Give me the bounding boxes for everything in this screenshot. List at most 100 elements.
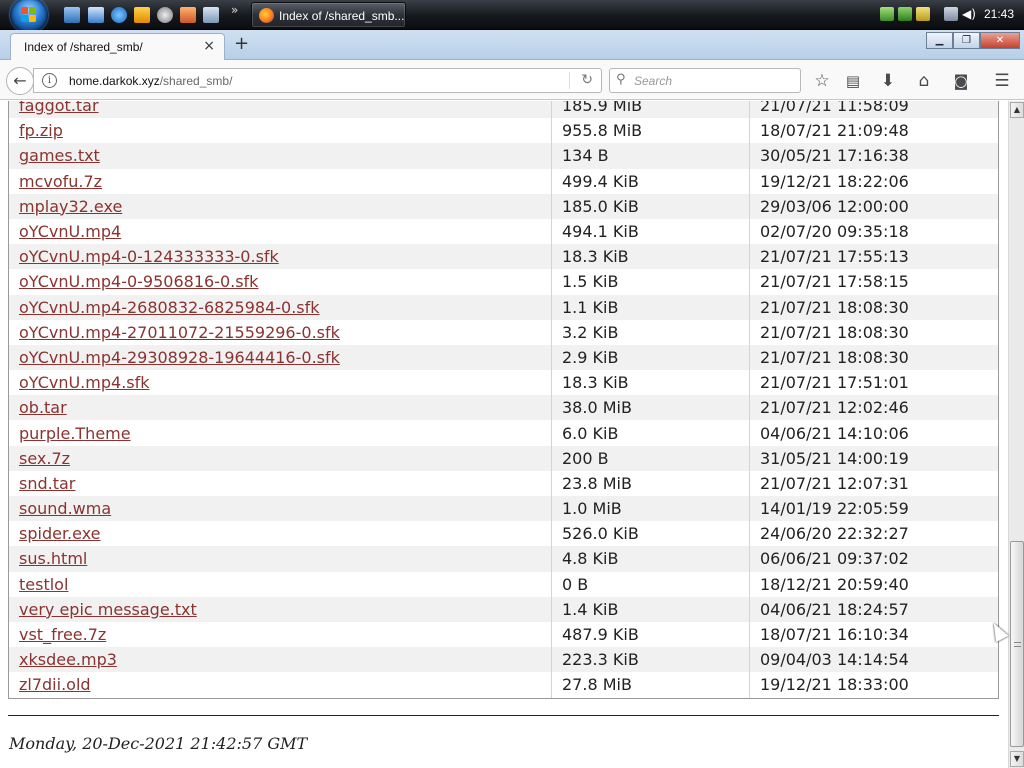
app-shortcut-icon[interactable] [157,7,173,23]
file-link[interactable]: faggot.tar [19,101,99,115]
internet-explorer-icon[interactable] [111,7,127,23]
file-link[interactable]: ob.tar [19,398,67,417]
file-link[interactable]: oYCvnU.mp4-2680832-6825984-0.sfk [19,298,320,317]
download-icon[interactable]: ⬇ [877,70,899,92]
new-tab-button[interactable]: + [234,33,249,55]
file-link[interactable]: mplay32.exe [19,197,122,216]
file-link[interactable]: oYCvnU.mp4-27011072-21559296-0.sfk [19,323,340,342]
table-row: faggot.tar 185.9 MiB 21/07/21 11:58:09 [9,101,998,119]
tab-title: Index of /shared_smb/ [24,40,143,54]
file-size-cell: 526.0 KiB [552,521,750,547]
file-link[interactable]: sound.wma [19,499,111,518]
start-button[interactable] [10,0,48,33]
table-row: oYCvnU.mp4.sfk 18.3 KiB 21/07/21 17:51:01 [9,370,998,396]
file-link[interactable]: sex.7z [19,449,70,468]
window-controls: ▁ ❐ ✕ [926,32,1020,49]
scroll-down-button[interactable]: ▼ [1010,751,1024,767]
file-link[interactable]: oYCvnU.mp4.sfk [19,373,150,392]
file-link[interactable]: spider.exe [19,524,101,543]
file-size-cell: 1.0 MiB [552,496,750,522]
table-row: oYCvnU.mp4-29308928-19644416-0.sfk 2.9 Ki… [9,344,998,371]
file-size-cell: 27.8 MiB [552,672,750,698]
file-name-cell: oYCvnU.mp4-0-9506816-0.sfk [9,269,552,295]
file-link[interactable]: testlol [19,575,68,594]
tray-network-icon[interactable] [880,7,894,21]
table-row: fp.zip 955.8 MiB 18/07/21 21:09:48 [9,118,998,144]
taskbar-clock[interactable]: 21:43 [984,7,1014,21]
file-link[interactable]: vst_free.7z [19,625,106,644]
tab-close-icon[interactable]: × [203,38,215,54]
file-link[interactable]: very epic message.txt [19,600,197,619]
file-name-cell: spider.exe [9,521,552,547]
tray-volume-icon[interactable]: ◀) [962,7,976,21]
virtual-box-icon[interactable] [203,7,219,23]
file-link[interactable]: zl7dii.old [19,675,91,694]
quick-launch-overflow[interactable]: » [231,3,238,17]
back-arrow-icon[interactable]: ← [6,67,34,95]
file-name-cell: xksdee.mp3 [9,647,552,673]
table-row: oYCvnU.mp4-0-9506816-0.sfk 1.5 KiB 21/07/2… [9,269,998,295]
file-date-cell: 09/04/03 14:14:54 [750,647,998,673]
file-link[interactable]: oYCvnU.mp4-0-9506816-0.sfk [19,272,258,291]
file-link[interactable]: sus.html [19,549,87,568]
file-link[interactable]: oYCvnU.mp4-0-124333333-0.sfk [19,247,279,266]
file-size-cell: 3.2 KiB [552,319,750,345]
search-placeholder: Search [634,74,673,88]
table-row: testlol 0 B 18/12/21 20:59:40 [9,571,998,597]
pocket-icon[interactable]: ◙ [950,70,972,92]
file-link[interactable]: mcvofu.7z [19,172,102,191]
file-date-cell: 21/07/21 17:58:15 [750,269,998,295]
vertical-scrollbar[interactable]: ▲ ▼ [1008,101,1024,768]
maximize-button[interactable]: ❐ [953,32,980,49]
file-date-cell: 21/07/21 12:02:46 [750,395,998,421]
address-bar[interactable]: i home.darkok.xyz/shared_smb/ ↻ [33,68,602,93]
url-text[interactable]: home.darkok.xyz/shared_smb/ [69,74,232,88]
file-link[interactable]: games.txt [19,146,100,165]
table-row: oYCvnU.mp4-27011072-21559296-0.sfk 3.2 Ki… [9,319,998,345]
hamburger-menu-icon[interactable]: ☰ [991,70,1013,92]
reload-icon[interactable]: ↻ [581,72,593,88]
star-icon[interactable]: ☆ [811,70,833,92]
file-date-cell: 19/12/21 18:33:00 [750,672,998,698]
info-icon[interactable]: i [42,73,57,88]
file-size-cell: 38.0 MiB [552,395,750,421]
table-row: mplay32.exe 185.0 KiB 29/03/06 12:00:00 [9,193,998,219]
search-icon: ⚲ [616,72,626,87]
address-bar-divider [569,72,570,89]
minimize-button[interactable]: ▁ [926,32,953,49]
window-switcher-icon[interactable] [88,7,104,23]
file-link[interactable]: xksdee.mp3 [19,650,117,669]
browser-tab-strip: Index of /shared_smb/ × [0,30,1024,61]
search-input[interactable]: ⚲ Search [609,68,801,93]
file-link[interactable]: oYCvnU.mp4-29308928-19644416-0.sfk [19,348,340,367]
close-button[interactable]: ✕ [980,32,1020,49]
file-link[interactable]: fp.zip [19,121,63,140]
windows-logo-icon [21,7,37,22]
file-date-cell: 21/07/21 17:55:13 [750,244,998,270]
file-date-cell: 18/07/21 16:10:34 [750,621,998,648]
tray-display-icon[interactable] [944,7,958,21]
file-date-cell: 31/05/21 14:00:19 [750,445,998,471]
file-name-cell: testlol [9,571,552,597]
file-date-cell: 04/06/21 14:10:06 [750,420,998,446]
tab-shared-smb[interactable]: Index of /shared_smb/ × [10,33,225,61]
show-desktop-icon[interactable] [64,7,80,23]
file-link[interactable]: purple.Theme [19,424,131,443]
library-icon[interactable]: ▤ [842,70,864,92]
tray-app-icon[interactable] [916,7,930,21]
file-name-cell: ob.tar [9,395,552,421]
volume-shortcut-icon[interactable] [180,7,196,23]
file-link[interactable]: snd.tar [19,474,75,493]
file-size-cell: 200 B [552,445,750,471]
tray-users-icon[interactable] [898,7,912,21]
media-player-icon[interactable] [134,7,150,23]
home-icon[interactable]: ⌂ [913,70,935,92]
file-date-cell: 21/07/21 11:58:09 [750,101,998,119]
file-size-cell: 23.8 MiB [552,470,750,496]
file-link[interactable]: oYCvnU.mp4 [19,222,121,241]
scrollbar-thumb[interactable] [1010,541,1024,747]
table-row: oYCvnU.mp4 494.1 KiB 02/07/20 09:35:18 [9,218,998,245]
scroll-up-button[interactable]: ▲ [1010,102,1024,118]
taskbar-firefox-window[interactable]: Index of /shared_smb... [251,2,406,28]
file-name-cell: faggot.tar [9,101,552,119]
